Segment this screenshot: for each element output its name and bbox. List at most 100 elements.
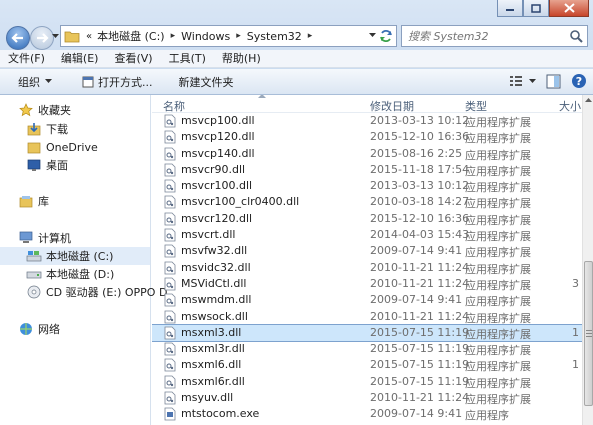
search-box[interactable] <box>401 25 588 47</box>
breadcrumb-separator-icon[interactable]: ▸ <box>308 31 313 41</box>
change-view-button[interactable] <box>509 75 536 87</box>
file-name: msxml3r.dll <box>181 342 245 356</box>
nav-drive-d-label: 本地磁盘 (D:) <box>46 268 115 281</box>
menu-edit[interactable]: 编辑(E) <box>53 50 107 68</box>
column-name[interactable]: 名称 <box>163 98 185 114</box>
dll-file-icon <box>164 244 176 258</box>
chevron-down-icon <box>45 79 52 83</box>
address-bar[interactable]: « 本地磁盘 (C:) ▸ Windows ▸ System32 ▸ <box>60 25 397 47</box>
file-row[interactable]: msvidc32.dll 2010-11-21 11:24 应用程序扩展 <box>152 260 582 276</box>
file-type: 应用程序扩展 <box>465 344 531 358</box>
computer-icon <box>18 230 34 246</box>
minimize-button[interactable] <box>497 0 523 17</box>
dll-file-icon <box>164 391 176 405</box>
file-type: 应用程序 <box>465 409 509 423</box>
file-type: 应用程序扩展 <box>465 230 531 244</box>
menu-help[interactable]: 帮助(H) <box>214 50 269 68</box>
application-icon <box>82 76 94 87</box>
file-row[interactable]: msvcrt.dll 2014-04-03 15:43 应用程序扩展 <box>152 227 582 243</box>
file-date-modified: 2010-11-21 11:24 <box>370 309 470 323</box>
file-row[interactable]: msxml3r.dll 2015-07-15 11:19 应用程序扩展 <box>152 341 582 357</box>
file-type: 应用程序扩展 <box>465 148 531 162</box>
new-folder-button[interactable]: 新建文件夹 <box>173 74 240 90</box>
menu-file[interactable]: 文件(F) <box>0 50 53 68</box>
search-input[interactable] <box>408 29 568 43</box>
nav-drive-c[interactable]: 本地磁盘 (C:) <box>0 247 150 265</box>
maximize-icon <box>531 3 541 13</box>
new-folder-label: 新建文件夹 <box>178 75 234 89</box>
file-row[interactable]: msxml3.dll 2015-07-15 11:19 应用程序扩展 1 <box>152 323 583 343</box>
file-date-modified: 2015-07-15 11:19 <box>370 374 470 388</box>
refresh-icon[interactable] <box>379 29 393 43</box>
file-row[interactable]: msvcr100.dll 2013-03-13 10:12 应用程序扩展 <box>152 178 582 194</box>
nav-libraries[interactable]: 库 <box>18 192 168 210</box>
file-row[interactable]: msxml6r.dll 2015-07-15 11:19 应用程序扩展 <box>152 374 582 390</box>
column-date-modified[interactable]: 修改日期 <box>370 98 414 114</box>
minimize-icon <box>506 9 514 11</box>
file-type: 应用程序扩展 <box>465 295 531 309</box>
file-row[interactable]: MSVidCtl.dll 2010-11-21 11:24 应用程序扩展 3 <box>152 276 582 292</box>
menu-view[interactable]: 查看(V) <box>106 50 160 68</box>
dll-file-icon <box>164 114 176 128</box>
help-icon[interactable]: ? <box>571 73 587 89</box>
search-icon[interactable] <box>569 29 583 43</box>
column-type[interactable]: 类型 <box>465 98 487 114</box>
breadcrumb-separator-icon[interactable]: ▸ <box>171 31 176 41</box>
scrollbar-thumb[interactable] <box>584 261 593 406</box>
nav-onedrive-label: OneDrive <box>46 140 98 154</box>
breadcrumb-separator-icon[interactable]: ▸ <box>236 31 241 41</box>
vertical-scrollbar[interactable] <box>582 95 593 425</box>
file-name: mswmdm.dll <box>181 293 252 307</box>
open-with-button[interactable]: 打开方式... <box>76 74 159 90</box>
close-icon <box>563 3 575 13</box>
file-row[interactable]: msxml6.dll 2015-07-15 11:19 应用程序扩展 1 <box>152 357 582 373</box>
file-row[interactable]: msvfw32.dll 2009-07-14 9:41 应用程序扩展 <box>152 243 582 259</box>
menu-tools[interactable]: 工具(T) <box>161 50 214 68</box>
downloads-folder-icon <box>26 121 42 137</box>
preview-pane-icon[interactable] <box>546 74 561 89</box>
file-name: MSVidCtl.dll <box>181 276 247 290</box>
nav-computer[interactable]: 计算机 <box>18 229 168 247</box>
file-size: 3 <box>572 276 579 290</box>
nav-favorites[interactable]: 收藏夹 <box>18 101 168 119</box>
file-date-modified: 2009-07-14 9:41 <box>370 293 463 307</box>
file-date-modified: 2014-04-03 15:43 <box>370 228 470 242</box>
file-row[interactable]: mswmdm.dll 2009-07-14 9:41 应用程序扩展 <box>152 292 582 308</box>
file-date-modified: 2015-07-15 11:19 <box>370 358 470 372</box>
dll-file-icon <box>164 326 176 340</box>
nav-libraries-label: 库 <box>38 195 49 208</box>
file-row[interactable]: msvcp100.dll 2013-03-13 10:12 应用程序扩展 <box>152 113 582 129</box>
organize-button[interactable]: 组织 <box>12 74 58 90</box>
recent-pages-dropdown-icon[interactable] <box>52 34 59 39</box>
forward-button[interactable] <box>30 26 54 50</box>
close-button[interactable] <box>549 0 589 17</box>
dll-file-icon <box>164 359 176 372</box>
file-name: msxml6.dll <box>181 358 242 372</box>
arrow-right-icon <box>37 33 49 43</box>
file-row[interactable]: mtstocom.exe 2009-07-14 9:41 应用程序 <box>152 406 582 422</box>
file-row[interactable]: msyuv.dll 2010-11-21 11:24 应用程序扩展 <box>152 390 582 406</box>
file-row[interactable]: msvcr90.dll 2015-11-18 17:54 应用程序扩展 <box>152 162 582 178</box>
file-list: 名称 修改日期 类型 大小 msvcp100.dll 2013-03-13 10:… <box>152 95 593 425</box>
file-row[interactable]: msvcr120.dll 2015-12-10 16:36 应用程序扩展 <box>152 211 582 227</box>
address-history-dropdown-icon[interactable] <box>369 33 376 38</box>
breadcrumb-windows[interactable]: Windows <box>181 30 230 43</box>
breadcrumb-system32[interactable]: System32 <box>247 30 302 43</box>
organize-label: 组织 <box>18 75 40 89</box>
scroll-up-icon[interactable] <box>584 96 593 105</box>
file-date-modified: 2010-11-21 11:24 <box>370 276 470 290</box>
back-button[interactable] <box>6 26 30 50</box>
nav-network[interactable]: 网络 <box>18 320 168 338</box>
column-size[interactable]: 大小 <box>559 98 581 114</box>
file-row[interactable]: msvcp140.dll 2015-08-16 2:25 应用程序扩展 <box>152 146 582 162</box>
breadcrumb-drive-c[interactable]: 本地磁盘 (C:) <box>97 28 164 44</box>
file-row[interactable]: msvcr100_clr0400.dll 2010-03-18 14:27 应用程序… <box>152 194 582 210</box>
file-date-modified: 2010-11-21 11:24 <box>370 391 470 405</box>
address-overflow[interactable]: « <box>86 31 92 42</box>
file-row[interactable]: mswsock.dll 2010-11-21 11:24 应用程序扩展 <box>152 309 582 325</box>
desktop-icon <box>26 157 42 173</box>
maximize-button[interactable] <box>523 0 549 17</box>
file-row[interactable]: msvcp120.dll 2015-12-10 16:36 应用程序扩展 <box>152 129 582 145</box>
file-date-modified: 2013-03-13 10:12 <box>370 179 470 193</box>
dll-file-icon <box>164 147 176 160</box>
